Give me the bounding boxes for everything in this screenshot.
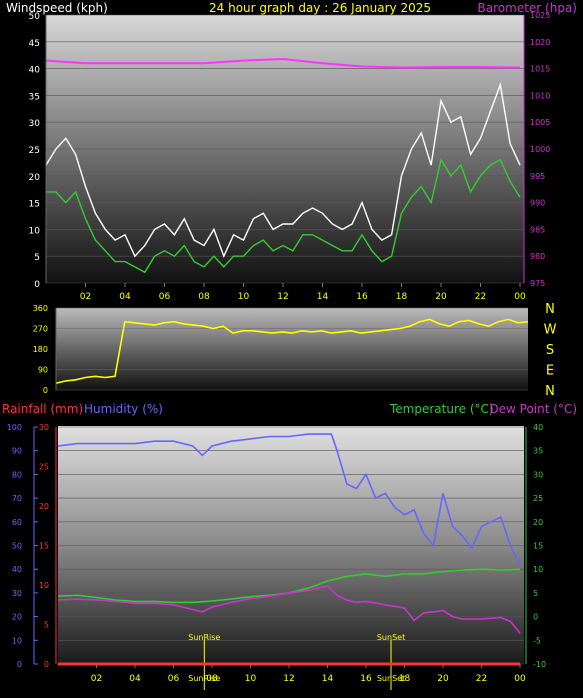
temp-x-tick-label: 22 [476, 674, 487, 684]
humidity-tick-label: 100 [7, 423, 22, 432]
humidity-tick-label: 80 [12, 470, 22, 479]
wind-x-tick-label: 06 [159, 292, 171, 302]
direction-tick-label: 360 [33, 304, 48, 313]
barometer-tick-label: 1000 [530, 145, 550, 154]
rainfall-tick-label: 30 [39, 423, 49, 432]
windspeed-tick-label: 15 [29, 200, 40, 210]
wind-x-tick-label: 18 [396, 292, 408, 302]
temp-x-tick-label: 06 [168, 674, 180, 684]
humidity-tick-label: 60 [12, 518, 22, 527]
temperature-tick-label: 35 [533, 447, 543, 456]
temperature-tick-label: 5 [533, 589, 538, 598]
windspeed-tick-label: 30 [29, 119, 41, 129]
humidity-tick-label: 50 [12, 542, 22, 551]
temperature-tick-label: 30 [533, 470, 543, 479]
wind-x-tick-label: 22 [475, 292, 486, 302]
wind-x-tick-label: 08 [198, 292, 210, 302]
windspeed-tick-label: 10 [29, 226, 41, 236]
rainfall-tick-label: 20 [39, 502, 49, 511]
wind-x-tick-label: 16 [356, 292, 368, 302]
barometer-tick-label: 1025 [530, 11, 550, 20]
humidity-label: Humidity (%) [84, 402, 163, 416]
temperature-tick-label: 10 [533, 565, 543, 574]
barometer-tick-label: 975 [530, 279, 545, 288]
barometer-tick-label: 1015 [530, 65, 550, 74]
temperature-humidity-panel: Rainfall (mm) Humidity (%) Temperature (… [2, 402, 577, 690]
temp-plot-area [58, 426, 524, 664]
barometer-tick-label: 980 [530, 252, 545, 261]
wind-x-tick-label: 04 [119, 292, 131, 302]
wind-x-tick-label: 10 [238, 292, 250, 302]
barometer-tick-label: 1005 [530, 118, 550, 127]
temperature-tick-label: 40 [533, 423, 543, 432]
compass-label: W [544, 323, 557, 338]
windspeed-tick-label: 40 [29, 66, 41, 76]
compass-label: N [545, 384, 555, 399]
compass-label: N [545, 302, 555, 317]
sunrise-label: SunRise [188, 633, 220, 642]
temp-x-tick-label: 02 [91, 674, 102, 684]
direction-tick-label: 90 [38, 366, 48, 375]
wind-x-tick-label: 00 [514, 292, 526, 302]
rainfall-tick-label: 15 [39, 542, 49, 551]
temperature-tick-label: 25 [533, 494, 543, 503]
humidity-tick-label: 90 [12, 447, 22, 456]
direction-tick-label: 180 [33, 345, 48, 354]
humidity-tick-label: 10 [12, 636, 22, 645]
rainfall-tick-label: 0 [44, 660, 49, 669]
humidity-tick-label: 20 [12, 613, 22, 622]
rainfall-tick-label: 25 [39, 463, 49, 472]
temperature-tick-label: -10 [533, 660, 546, 669]
wind-direction-panel: 090180270360 NWSEN [33, 302, 557, 399]
temp-x-tick-label: 16 [360, 674, 372, 684]
windspeed-tick-label: 35 [29, 92, 40, 102]
temp-x-tick-label: 20 [437, 674, 449, 684]
windspeed-tick-label: 20 [29, 173, 41, 183]
temperature-tick-label: -5 [533, 636, 541, 645]
weather-graph: Windspeed (kph) 24 hour graph day : 26 J… [2, 1, 577, 690]
direction-tick-label: 0 [43, 386, 48, 395]
temperature-label: Temperature (°C) [389, 402, 494, 416]
temp-x-tick-label: 00 [514, 674, 526, 684]
compass-label: E [546, 364, 554, 379]
barometer-axis-label: Barometer (hpa) [478, 1, 577, 15]
temp-x-tick-label: 14 [322, 674, 334, 684]
humidity-tick-label: 30 [12, 589, 22, 598]
dewpoint-label: Dew Point (°C) [489, 402, 577, 416]
barometer-tick-label: 990 [530, 199, 545, 208]
graph-title: 24 hour graph day : 26 January 2025 [209, 1, 431, 15]
sunset-label: SunSet [377, 633, 405, 642]
windspeed-tick-label: 50 [29, 12, 41, 22]
rainfall-label: Rainfall (mm) [2, 402, 83, 416]
barometer-tick-label: 1020 [530, 38, 550, 47]
direction-tick-label: 270 [33, 325, 48, 334]
wind-x-tick-label: 20 [435, 292, 447, 302]
windspeed-tick-label: 25 [29, 146, 40, 156]
barometer-tick-label: 1010 [530, 91, 550, 100]
windspeed-tick-label: 0 [34, 280, 40, 290]
sunset-axis-label: SunSet [377, 674, 405, 683]
windspeed-tick-label: 45 [29, 39, 40, 49]
rainfall-tick-label: 10 [39, 581, 49, 590]
humidity-tick-label: 70 [12, 494, 22, 503]
temperature-tick-label: 0 [533, 613, 538, 622]
temperature-tick-label: 20 [533, 518, 543, 527]
barometer-tick-label: 995 [530, 172, 545, 181]
windspeed-axis-label: Windspeed (kph) [6, 1, 108, 15]
temperature-tick-label: 15 [533, 542, 543, 551]
temp-x-tick-label: 10 [245, 674, 257, 684]
barometer-tick-label: 985 [530, 225, 545, 234]
wind-x-tick-label: 02 [80, 292, 91, 302]
compass-label: S [546, 343, 554, 358]
wind-barometer-panel: Windspeed (kph) 24 hour graph day : 26 J… [6, 1, 577, 302]
sunrise-axis-label: SunRise [188, 674, 220, 683]
windspeed-tick-label: 5 [34, 253, 40, 263]
wind-x-tick-label: 12 [277, 292, 288, 302]
temp-x-tick-label: 04 [129, 674, 141, 684]
wind-x-tick-label: 14 [317, 292, 329, 302]
temp-x-tick-label: 12 [283, 674, 294, 684]
humidity-tick-label: 0 [17, 660, 22, 669]
humidity-tick-label: 40 [12, 565, 22, 574]
rainfall-tick-label: 5 [44, 621, 49, 630]
